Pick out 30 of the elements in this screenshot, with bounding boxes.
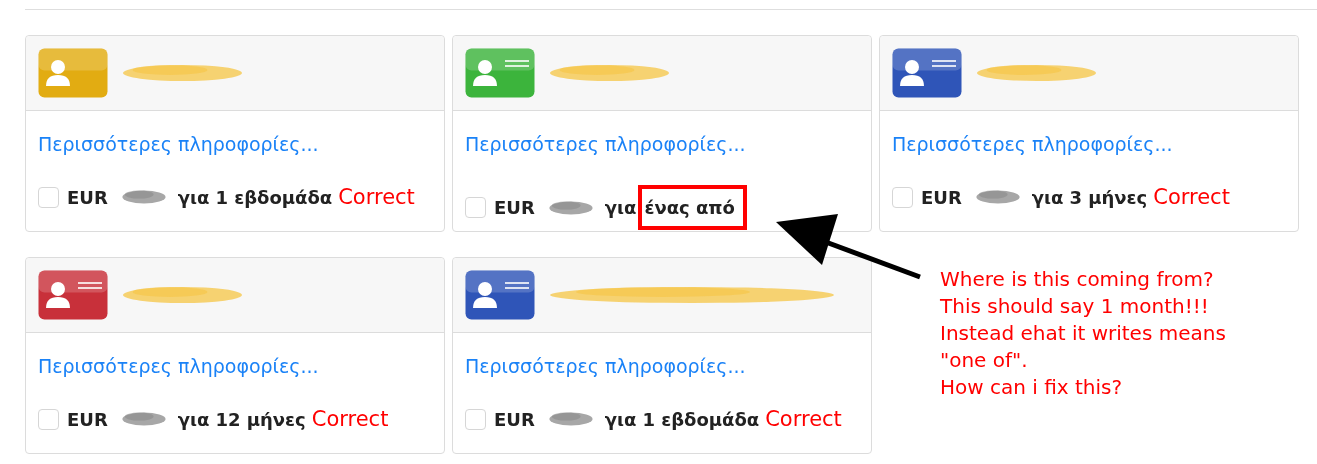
- more-info-link[interactable]: Περισσότερες πληροφορίες...: [38, 355, 319, 377]
- checkbox[interactable]: [38, 408, 59, 430]
- price-duration: 1 εβδομάδα: [215, 186, 333, 208]
- price-currency: EUR: [67, 408, 108, 430]
- more-info-link[interactable]: Περισσότερες πληροφορίες...: [465, 133, 746, 155]
- price-currency: EUR: [921, 186, 962, 208]
- price-duration: ένας από: [638, 185, 747, 230]
- price-per: για: [177, 186, 210, 208]
- price-per: για: [177, 408, 210, 430]
- checkbox[interactable]: [38, 186, 59, 208]
- price-per: για: [604, 197, 637, 218]
- checkbox[interactable]: [465, 197, 486, 218]
- price-duration: 3 μήνες: [1069, 186, 1148, 208]
- correct-note: Correct: [765, 407, 842, 431]
- price-duration: 1 εβδομάδα: [642, 408, 760, 430]
- more-info-link[interactable]: Περισσότερες πληροφορίες...: [892, 133, 1173, 155]
- checkbox[interactable]: [465, 408, 486, 430]
- more-info-link[interactable]: Περισσότερες πληροφορίες...: [465, 355, 746, 377]
- price-per: για: [1031, 186, 1064, 208]
- more-info-link[interactable]: Περισσότερες πληροφορίες...: [38, 133, 319, 155]
- checkbox[interactable]: [892, 186, 913, 208]
- correct-note: Correct: [311, 407, 389, 431]
- price-duration: 12 μήνες: [215, 408, 306, 430]
- price-per: για: [604, 408, 637, 430]
- price-currency: EUR: [494, 408, 535, 430]
- annotation-text: Where is this coming from? This should say 1 month!!! Instead ehat it writes means "one of". How can i fix this?: [940, 266, 1226, 401]
- price-currency: EUR: [67, 186, 108, 208]
- correct-note: Correct: [338, 185, 415, 209]
- price-currency: EUR: [494, 197, 535, 218]
- correct-note: Correct: [1153, 185, 1230, 209]
